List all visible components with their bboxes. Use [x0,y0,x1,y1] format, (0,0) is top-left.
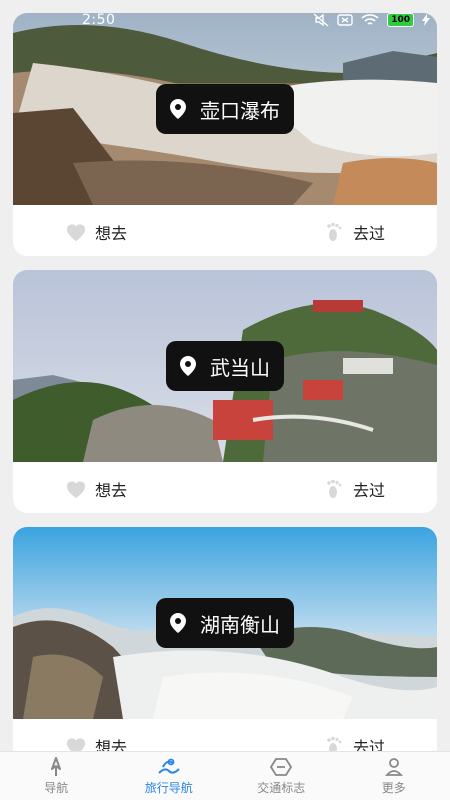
tab-label: 旅行导航 [144,780,193,795]
tab-navigation[interactable]: 导航 [0,752,113,800]
spot-name-badge: 湖南衡山 [156,598,294,648]
heart-icon [66,481,86,499]
want-label: 想去 [95,224,128,243]
status-icons: 100 [313,13,430,27]
travel-map-icon [158,758,180,774]
spot-name-badge: 武当山 [166,341,284,391]
been-there-button[interactable]: 去过 [325,477,385,501]
want-to-go-button[interactable]: 想去 [65,220,127,244]
compass-icon [51,756,62,776]
tab-label: 导航 [44,780,69,795]
charging-icon [422,14,430,26]
spot-name: 湖南衡山 [200,612,280,637]
spot-photo: 武当山 [13,270,437,462]
tab-travel-navigation[interactable]: 旅行导航 [113,752,226,800]
been-label: 去过 [352,481,385,500]
spot-list: 壶口瀑布 想去 去过 武当山 想去 去过 湖南衡山 想去 去过 [13,13,437,784]
tab-more[interactable]: 更多 [338,752,450,800]
want-label: 想去 [95,481,128,500]
battery-indicator: 100 [387,13,414,27]
status-bar: 2:50 100 [0,0,450,40]
mute-icon [313,13,329,27]
been-label: 去过 [352,224,385,243]
location-pin-icon [170,613,186,633]
sign-icon [270,757,293,776]
sim-icon [337,14,353,26]
been-there-button[interactable]: 去过 [325,220,385,244]
tab-traffic-signs[interactable]: 交通标志 [225,752,338,800]
status-time: 2:50 [82,12,116,28]
tab-label: 更多 [381,780,406,795]
spot-card[interactable]: 湖南衡山 想去 去过 [13,527,437,770]
tab-label: 交通标志 [257,780,306,795]
spot-card[interactable]: 壶口瀑布 想去 去过 [13,13,437,256]
location-pin-icon [180,356,196,376]
spot-photo: 湖南衡山 [13,527,437,719]
footprint-icon [327,479,342,498]
person-icon [384,757,403,776]
spot-photo: 壶口瀑布 [13,13,437,205]
footprint-icon [327,222,342,241]
bottom-tab-bar: 导航 旅行导航 交通标志 更多 [0,751,450,800]
wifi-icon [361,13,379,25]
spot-name-badge: 壶口瀑布 [156,84,294,134]
card-actions: 想去 去过 [13,462,437,513]
spot-name: 壶口瀑布 [200,98,280,123]
card-actions: 想去 去过 [13,205,437,256]
spot-name: 武当山 [210,355,270,380]
heart-icon [66,224,86,242]
want-to-go-button[interactable]: 想去 [65,477,127,501]
spot-card[interactable]: 武当山 想去 去过 [13,270,437,513]
location-pin-icon [170,99,186,119]
